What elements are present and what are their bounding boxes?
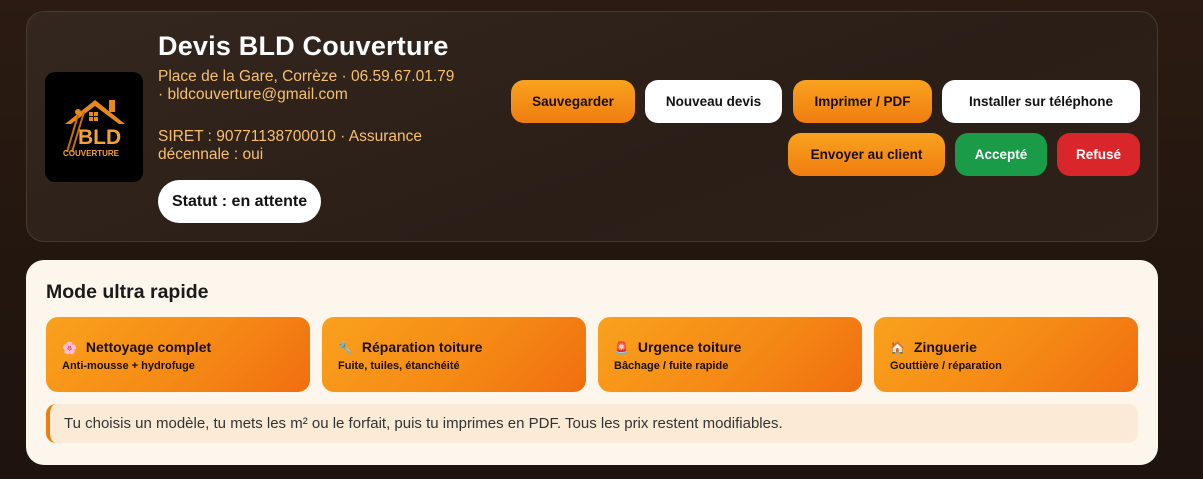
alarm-icon: 🚨	[614, 341, 629, 355]
tile-title: Réparation toiture	[361, 339, 483, 355]
accepted-button[interactable]: Accepté	[955, 133, 1047, 176]
roofer-logo-icon: BLD COUVERTURE	[63, 100, 125, 158]
tile-subtitle: Gouttière / réparation	[890, 360, 1002, 372]
status-badge: Statut : en attente	[158, 180, 322, 223]
save-button[interactable]: Sauvegarder	[511, 80, 635, 123]
logo-initials: BLD	[78, 126, 121, 149]
company-contact: Place de la Gare, Corrèze · 06.59.67.01.…	[158, 68, 455, 103]
quick-mode-card: Mode ultra rapide 🌸 Nettoyage complet An…	[26, 260, 1158, 465]
tile-subtitle: Fuite, tuiles, étanchéité	[338, 360, 460, 372]
logo-subtitle: COUVERTURE	[63, 149, 120, 158]
template-tile-repair[interactable]: 🔧 Réparation toiture Fuite, tuiles, étan…	[322, 317, 586, 392]
refused-button[interactable]: Refusé	[1057, 133, 1140, 176]
tile-subtitle: Bâchage / fuite rapide	[614, 360, 729, 372]
install-phone-button[interactable]: Installer sur téléphone	[942, 80, 1140, 123]
print-pdf-button[interactable]: Imprimer / PDF	[793, 80, 932, 123]
tile-title: Urgence toiture	[637, 339, 742, 355]
info-note: Tu choisis un modèle, tu mets les m² ou …	[46, 404, 1138, 443]
template-tile-cleaning[interactable]: 🌸 Nettoyage complet Anti-mousse + hydrof…	[46, 317, 310, 392]
tile-subtitle: Anti-mousse + hydrofuge	[62, 360, 195, 372]
header-card: BLD COUVERTURE Devis BLD Couverture Plac…	[26, 11, 1158, 242]
template-tile-emergency[interactable]: 🚨 Urgence toiture Bâchage / fuite rapide	[598, 317, 862, 392]
new-quote-button[interactable]: Nouveau devis	[645, 80, 782, 123]
send-client-button[interactable]: Envoyer au client	[788, 133, 945, 176]
company-siret: SIRET : 90771138700010 · Assurance décen…	[158, 128, 422, 163]
tile-title: Nettoyage complet	[85, 339, 212, 355]
house-icon: 🏠	[890, 341, 905, 355]
company-name: Devis BLD Couverture	[158, 31, 449, 61]
tools-icon: 🔧	[338, 341, 353, 355]
tile-title: Zinguerie	[913, 339, 977, 355]
company-logo: BLD COUVERTURE	[45, 72, 143, 182]
quick-mode-title: Mode ultra rapide	[46, 281, 209, 303]
template-tile-zinc[interactable]: 🏠 Zinguerie Gouttière / réparation	[874, 317, 1138, 392]
sparkle-icon: 🌸	[62, 341, 77, 355]
